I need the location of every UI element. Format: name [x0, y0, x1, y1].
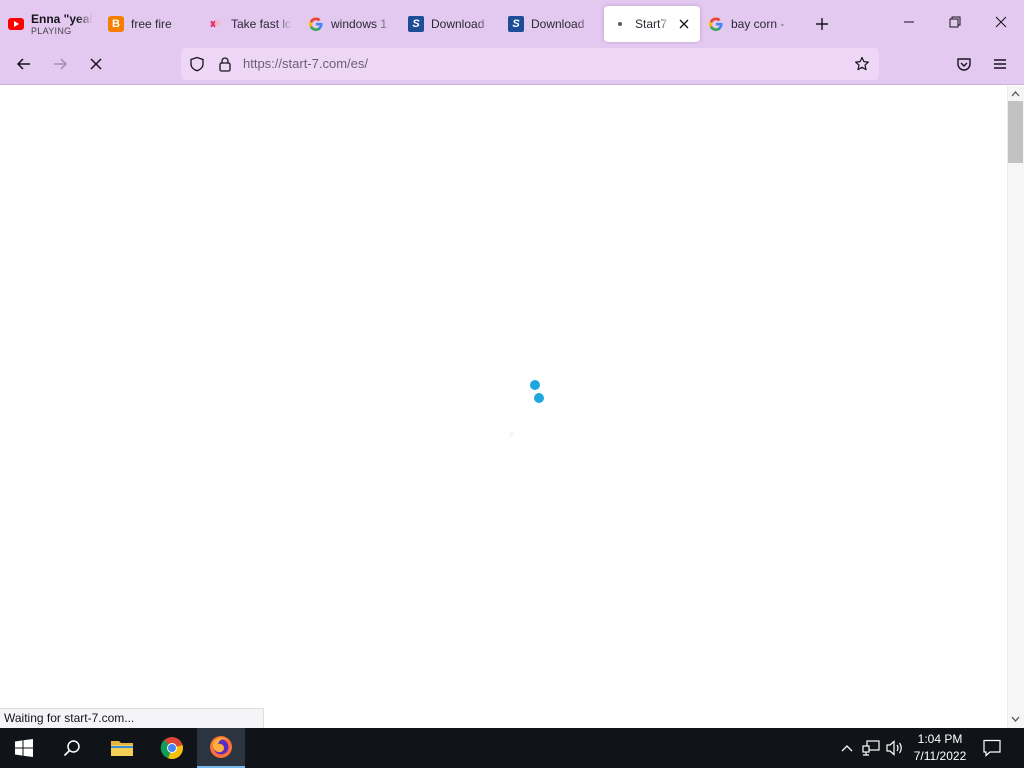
vertical-scrollbar[interactable] [1007, 86, 1024, 728]
tab-youtube[interactable]: Enna "yeah PLAYING [0, 6, 100, 42]
tab-take-fast[interactable]: Take fast lc [200, 6, 300, 42]
google-icon [708, 16, 724, 32]
tab-download-1[interactable]: S Download [400, 6, 500, 42]
tab-strip: Enna "yeah PLAYING B free fire Take fast… [0, 0, 1024, 44]
navigation-toolbar [0, 44, 1024, 85]
minimize-button[interactable] [886, 0, 932, 44]
tab-title: Enna "yeah [31, 12, 92, 26]
status-panel: Waiting for start-7.com... [0, 708, 264, 728]
scroll-down-arrow-icon[interactable] [1008, 712, 1023, 726]
stop-icon [90, 58, 102, 70]
chevron-up-icon [841, 745, 853, 752]
file-explorer-button[interactable] [98, 728, 146, 768]
url-input[interactable] [243, 48, 843, 80]
firefox-button[interactable] [197, 728, 245, 768]
pocket-button[interactable] [948, 48, 980, 80]
bookmark-star-icon[interactable] [854, 56, 870, 72]
youtube-icon [8, 16, 24, 32]
tab-start7-active[interactable]: Start7 - [604, 6, 700, 42]
app-menu-button[interactable] [984, 48, 1016, 80]
plus-icon [816, 18, 828, 30]
windows-taskbar: 1:04 PM 7/11/2022 [0, 728, 1024, 768]
tab-title: free fire [131, 17, 172, 31]
restore-button[interactable] [932, 0, 978, 44]
volume-button[interactable] [885, 728, 905, 768]
loading-spinner-dot [534, 393, 544, 403]
tab-title: bay corn - [731, 17, 785, 31]
minimize-icon [904, 21, 914, 23]
tab-windows[interactable]: windows 1 [300, 6, 400, 42]
tab-download-2[interactable]: S Download [500, 6, 600, 42]
tab-title: Download [531, 17, 585, 31]
blogger-icon: B [108, 16, 124, 32]
loading-spinner-dot [530, 380, 540, 390]
tab-title: windows 1 [331, 17, 388, 31]
taskbar-search-button[interactable] [48, 728, 96, 768]
tab-free-fire[interactable]: B free fire [100, 6, 200, 42]
firefox-icon [210, 736, 232, 758]
forward-button[interactable] [44, 48, 76, 80]
close-tab-icon[interactable] [676, 16, 692, 32]
close-icon [995, 16, 1007, 28]
speaker-icon [886, 740, 902, 756]
tab-playing-label: PLAYING [31, 26, 72, 36]
chrome-button[interactable] [148, 728, 196, 768]
windows-start-icon [15, 739, 33, 757]
network-icon [862, 740, 880, 756]
download-site-icon: S [508, 16, 524, 32]
image-favicon-icon [208, 16, 224, 32]
scrollbar-thumb[interactable] [1008, 101, 1023, 163]
chrome-icon [160, 737, 183, 760]
download-site-icon: S [408, 16, 424, 32]
loading-dot-icon [612, 16, 628, 32]
page-content [0, 86, 1007, 728]
google-icon [308, 16, 324, 32]
back-button[interactable] [8, 48, 40, 80]
loading-spinner-dot [509, 432, 514, 437]
scroll-up-arrow-icon[interactable] [1008, 87, 1023, 101]
tracking-protection-shield-icon[interactable] [189, 56, 205, 72]
system-clock[interactable]: 1:04 PM 7/11/2022 [906, 731, 974, 765]
back-arrow-icon [16, 58, 30, 70]
clock-date: 7/11/2022 [913, 749, 967, 763]
search-icon [63, 740, 80, 757]
lock-icon[interactable] [217, 56, 233, 72]
restore-icon [949, 16, 961, 28]
pocket-icon [957, 58, 971, 71]
new-tab-button[interactable] [804, 6, 840, 42]
action-center-button[interactable] [978, 728, 1006, 768]
file-explorer-icon [111, 741, 133, 756]
stop-loading-button[interactable] [80, 48, 112, 80]
start-button[interactable] [0, 728, 48, 768]
address-bar[interactable] [181, 48, 879, 80]
clock-time: 1:04 PM [917, 732, 963, 746]
tab-title: Download [431, 17, 485, 31]
close-window-button[interactable] [978, 0, 1024, 44]
hamburger-menu-icon [994, 59, 1006, 69]
forward-arrow-icon [54, 58, 68, 70]
show-hidden-icons-button[interactable] [838, 728, 856, 768]
network-button[interactable] [861, 728, 881, 768]
tab-bay-corn[interactable]: bay corn - [700, 6, 800, 42]
notification-icon [983, 739, 1001, 757]
tab-title: Take fast lc [231, 17, 292, 31]
tab-title: Start7 - [635, 17, 669, 31]
